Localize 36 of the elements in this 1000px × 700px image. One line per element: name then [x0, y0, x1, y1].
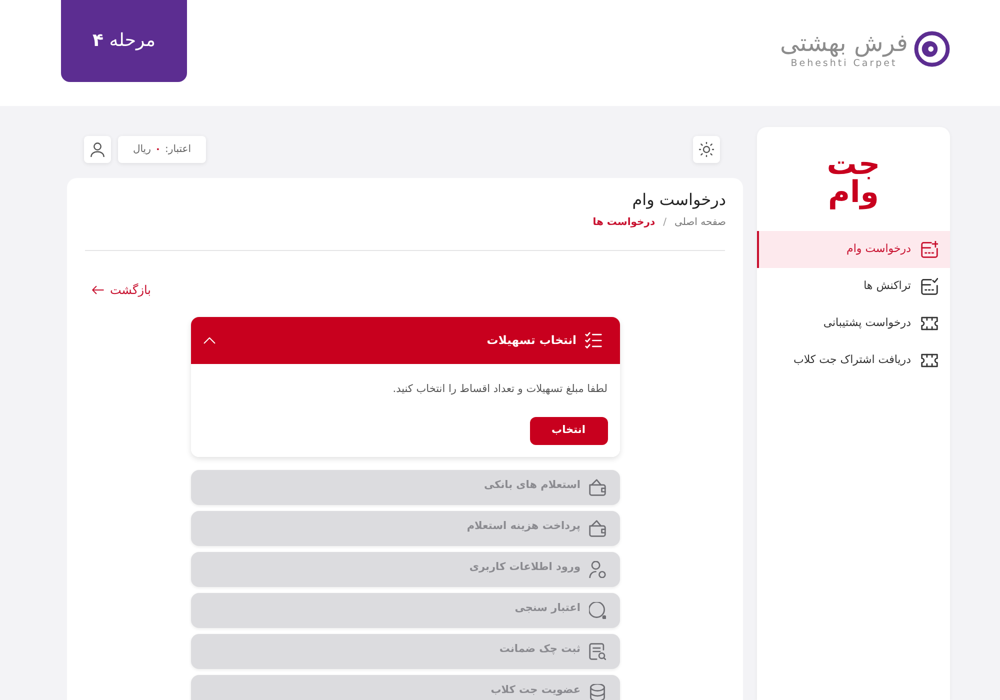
breadcrumb-item[interactable]: صفحه اصلی [674, 215, 726, 231]
instruction-text: لطفا مبلغ تسهیلات و تعداد اقساط را انتخاب کنید. [392, 382, 608, 397]
search-icon [588, 602, 606, 619]
user-icon [90, 142, 105, 157]
logo-text: فرش بهشتی [780, 30, 908, 56]
database-icon [588, 684, 606, 700]
breadcrumb-item: درخواست ها [592, 216, 656, 230]
arrow-left-icon [92, 284, 104, 296]
theme-toggle-button[interactable] [693, 136, 720, 163]
sidebar-item[interactable]: تراکنش ها [757, 268, 950, 305]
select-button[interactable]: انتخاب [530, 417, 608, 445]
sidebar-item[interactable]: درخواست پشتیبانی [757, 305, 950, 342]
user-check-icon [588, 561, 606, 578]
breadcrumb-separator: / [663, 216, 667, 230]
user-button[interactable] [84, 136, 111, 163]
document-search-icon [588, 643, 606, 660]
brand-logo: جت وام [826, 151, 882, 207]
card-plus-icon [921, 241, 938, 258]
wallet-icon [588, 479, 606, 496]
sidebar-item[interactable]: درخواست وام [757, 231, 950, 268]
sidebar-item[interactable]: دریافت اشتراک جت کلاب [757, 342, 950, 379]
logo-subtitle: Beheshti Carpet [790, 59, 898, 68]
wallet-icon [588, 520, 606, 537]
stage-badge: مرحله ۴ [61, 0, 187, 82]
card-check-icon [921, 278, 938, 295]
ticket-icon [921, 352, 938, 369]
accordion-header[interactable]: انتخاب تسهیلات [190, 317, 620, 364]
ring-logo-icon [914, 31, 950, 68]
credit-amount: ۰ [154, 143, 162, 157]
sun-icon [699, 142, 714, 157]
page-title: درخواست وام [631, 190, 726, 210]
credit-label: اعتبار: [165, 143, 192, 157]
list-check-icon [584, 332, 602, 349]
ticket-icon [921, 315, 938, 332]
back-link[interactable]: بازگشت [92, 282, 151, 298]
credit-unit: ریال [132, 143, 151, 157]
